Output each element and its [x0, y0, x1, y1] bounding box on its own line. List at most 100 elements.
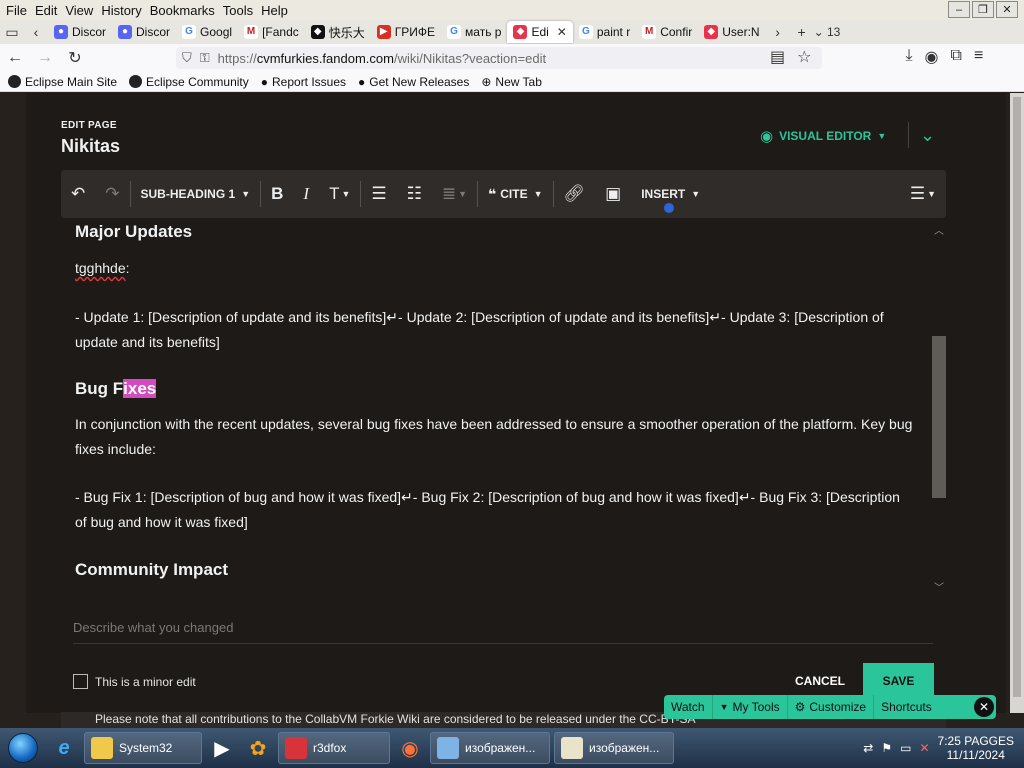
taskbar-task[interactable]: r3dfox	[278, 732, 390, 764]
content-scrollbar[interactable]: ︿ ﹀	[930, 218, 946, 598]
scroll-up-icon[interactable]: ︿	[934, 222, 944, 237]
content-scrollbar-thumb[interactable]	[932, 336, 946, 498]
numbered-list-icon[interactable]: ☷	[397, 170, 432, 218]
discord-icon: ●	[54, 25, 68, 39]
clock-time: 7:25 PAGGES	[937, 734, 1014, 748]
tab[interactable]: Gмать р	[441, 21, 507, 43]
tab[interactable]: M Confir	[636, 21, 698, 43]
monitor-icon[interactable]: ▭	[900, 741, 911, 755]
indent-icon[interactable]: ≣ ▼	[432, 170, 477, 218]
tab[interactable]: G Googl	[176, 21, 238, 43]
scroll-down-icon[interactable]: ﹀	[934, 579, 944, 594]
start-button[interactable]	[0, 728, 46, 768]
fandom-toolbar: Watch ▼ My Tools ⚙ Customize Shortcuts ✕	[664, 695, 996, 719]
taskbar-task[interactable]: System32	[84, 732, 202, 764]
customize-button[interactable]: ⚙ Customize	[788, 695, 875, 719]
menu-view[interactable]: View	[63, 3, 99, 18]
undo-icon[interactable]: ↶	[61, 170, 95, 218]
reload-icon[interactable]: ↻	[60, 48, 90, 68]
page-scrollbar[interactable]	[1010, 93, 1024, 713]
page-scrollbar-thumb[interactable]	[1013, 97, 1021, 697]
editor-content[interactable]: Major Updates tgghhde: - Update 1: [Desc…	[61, 218, 946, 598]
firefox-icon[interactable]: ◉	[392, 731, 428, 765]
media-player-icon[interactable]: ▶	[204, 731, 240, 765]
my-tools-button[interactable]: ▼ My Tools	[713, 695, 788, 719]
caret-down-icon: ▼	[241, 189, 251, 199]
tab-active[interactable]: ◆ Edi ✕	[507, 21, 573, 43]
reader-view-icon[interactable]: ▤	[770, 47, 785, 67]
menu-edit[interactable]: Edit	[33, 3, 63, 18]
restore-icon[interactable]: ❐	[972, 1, 994, 18]
volume-muted-icon[interactable]: ✕	[919, 741, 929, 755]
account-icon[interactable]: ◉	[925, 47, 939, 67]
clock[interactable]: 7:25 PAGGES 11/11/2024	[938, 734, 1014, 762]
bookmark-item[interactable]: ● Get New Releases	[358, 75, 469, 89]
bookmark-item[interactable]: Eclipse Community	[129, 75, 249, 89]
close-icon[interactable]: ✕	[996, 1, 1018, 18]
bullet-list-icon[interactable]: ☰	[361, 170, 396, 218]
edit-summary-input[interactable]: Describe what you changed	[73, 620, 933, 644]
menu-help[interactable]: Help	[259, 3, 294, 18]
tab-bar: ▭ ‹ ● Discor ● Discor G Googl M [Fandc ◆ 快乐大 …	[0, 20, 1024, 44]
menu-bookmarks[interactable]: Bookmarks	[148, 3, 221, 18]
bookmark-star-icon[interactable]: ☆	[797, 47, 811, 67]
network-icon[interactable]: ⇄	[863, 741, 873, 755]
save-button[interactable]: SAVE	[863, 663, 934, 698]
tab-scroll-left-icon[interactable]: ‹	[24, 24, 48, 40]
menu-history[interactable]: History	[99, 3, 147, 18]
close-tab-icon[interactable]: ✕	[557, 25, 567, 39]
tab[interactable]: ● Discor	[48, 21, 112, 43]
cite-dropdown[interactable]: ❝ CITE ▼	[478, 170, 552, 218]
heading-dropdown[interactable]: SUB-HEADING 1 ▼	[131, 170, 261, 218]
chevron-down-icon: ⌄	[919, 124, 936, 145]
tab[interactable]: M [Fandc	[238, 21, 305, 43]
watch-button[interactable]: Watch	[664, 695, 713, 719]
text-style-icon[interactable]: T ▼	[319, 170, 360, 218]
bold-icon[interactable]: B	[261, 170, 293, 218]
cancel-button[interactable]: CANCEL	[784, 668, 856, 694]
tab[interactable]: ▶ ГРИФЕ	[371, 21, 441, 43]
italic-icon[interactable]: I	[293, 170, 319, 218]
forward-icon[interactable]: →	[30, 49, 60, 67]
shortcuts-button[interactable]: Shortcuts	[874, 695, 939, 719]
heading-bug-fixes: Bug Fixes	[75, 379, 157, 398]
gmail-icon: M	[642, 25, 657, 39]
extensions-icon[interactable]: ⧉	[951, 47, 962, 67]
menu-tools[interactable]: Tools	[221, 3, 259, 18]
back-icon[interactable]: ←	[0, 49, 30, 67]
tab[interactable]: ◆ 快乐大	[305, 21, 371, 43]
image-icon[interactable]: ▣	[595, 170, 631, 218]
tab-list-icon[interactable]: ▭	[0, 24, 24, 41]
url-bar[interactable]: ⛉ ⚿ https://cvmfurkies.fandom.com/wiki/N…	[176, 47, 822, 69]
bookmark-item[interactable]: ● Report Issues	[261, 75, 346, 89]
flag-icon[interactable]: ⚑	[881, 741, 892, 755]
visual-editor-toggle[interactable]: ◉ VISUAL EDITOR ▼	[760, 127, 886, 145]
tab-overflow-icon[interactable]: ⌄ 13	[814, 25, 841, 39]
bookmark-item[interactable]: ⊕ New Tab	[481, 75, 542, 89]
tab[interactable]: ◆ User:N	[698, 21, 765, 43]
redo-icon[interactable]: ↷	[95, 170, 129, 218]
tab[interactable]: Gpaint r	[573, 21, 636, 43]
menu-icon[interactable]: ≡	[974, 47, 983, 67]
bookmark-item[interactable]: Eclipse Main Site	[8, 75, 117, 89]
internet-explorer-icon[interactable]: e	[46, 731, 82, 765]
menu-file[interactable]: File	[4, 3, 33, 18]
editor-toolbar: ↶ ↷ SUB-HEADING 1 ▼ B I T ▼ ☰ ☷ ≣ ▼ ❝ CITE ▼ …	[61, 170, 946, 218]
more-menu-icon[interactable]: ☰ ▼	[900, 170, 946, 218]
page-title: Nikitas	[61, 136, 121, 156]
shield-icon: ⛉	[182, 50, 192, 65]
minor-edit-checkbox[interactable]: This is a minor edit	[73, 674, 196, 689]
download-icon[interactable]: ⤓	[905, 47, 912, 67]
link-icon[interactable]: 🔗︎	[554, 170, 596, 218]
tab[interactable]: ● Discor	[112, 21, 176, 43]
taskbar-task[interactable]: изображен...	[430, 732, 550, 764]
close-icon[interactable]: ✕	[974, 697, 994, 717]
tab-scroll-right-icon[interactable]: ›	[766, 24, 790, 40]
new-tab-icon[interactable]: +	[790, 24, 814, 40]
taskbar-task[interactable]: изображен...	[554, 732, 674, 764]
checkbox-box[interactable]	[73, 674, 88, 689]
collapse-button[interactable]: ⌄	[908, 122, 946, 148]
app-icon[interactable]: ✿	[240, 731, 276, 765]
paragraph-bugs: - Bug Fix 1: [Description of bug and how…	[75, 489, 900, 530]
minimize-icon[interactable]: –	[948, 1, 970, 18]
